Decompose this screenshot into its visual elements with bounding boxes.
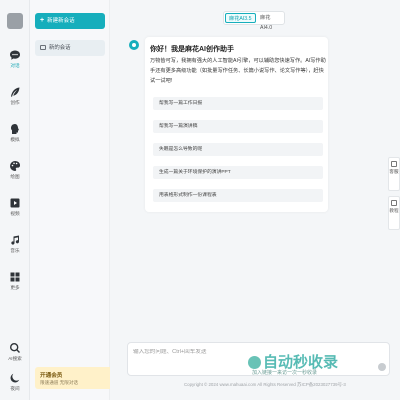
nav-item-ai-search[interactable]: AI搜索	[0, 340, 30, 370]
suggestion-item[interactable]: 失眠是怎么导致的呢	[153, 143, 323, 156]
chat-input-box: 自动秒收录 加入链接一来访一次一秒收录	[127, 342, 390, 376]
feather-icon	[11, 87, 20, 97]
greeting-body: 万物皆可写，我拥有强大的人工智能AI引擎，可以辅助您快速写作。AI写作助手还有更…	[150, 58, 326, 84]
chat-main: 麻花AI3.5 麻花AI4.0 你好！我是麻花AI创作助手 万物皆可写，我拥有强…	[110, 0, 400, 400]
nav-item-night-mode[interactable]: 夜间	[0, 370, 30, 400]
nav-item-music[interactable]: 音乐	[0, 232, 30, 262]
send-icon[interactable]	[378, 363, 386, 371]
footer-copyright: Copyright © 2024 www.mahuaai.com All Rig…	[184, 382, 346, 387]
nav-item-create[interactable]: 创作	[0, 84, 30, 114]
nav-item-more[interactable]: 更多	[0, 269, 30, 299]
suggestion-item[interactable]: 用表格形式制作一份课程表	[153, 189, 323, 202]
nav-item-simulate[interactable]: 模拟	[0, 121, 30, 151]
nav-label-draw: 绘图	[10, 174, 20, 179]
suggestion-item[interactable]: 生成一篇关于环境保护的演讲PPT	[153, 166, 323, 179]
nav-label-simulate: 模拟	[10, 137, 20, 142]
nav-item-video[interactable]: 视频	[0, 195, 30, 225]
nav-item-draw[interactable]: 绘图	[0, 158, 30, 188]
tab-model-4-0[interactable]: 麻花AI4.0	[257, 13, 284, 31]
video-icon	[10, 198, 20, 208]
plus-icon: +	[40, 17, 45, 24]
float-label-tutorial: 教程	[389, 208, 399, 213]
nav-label-video: 视频	[10, 211, 20, 216]
search-icon	[9, 342, 20, 353]
watermark-logo-icon	[248, 356, 261, 369]
app-logo[interactable]	[7, 13, 23, 29]
nav-label-music: 音乐	[10, 248, 20, 253]
conversation-panel: +新建新会话 新的会话 开通会员 限速通道 无限对话 V	[30, 0, 135, 400]
grid-icon	[10, 272, 20, 282]
suggestion-item[interactable]: 帮我写一篇演讲稿	[153, 120, 323, 133]
tab-model-3-5[interactable]: 麻花AI3.5	[225, 13, 256, 23]
new-chat-label: 新建新会话	[47, 18, 75, 24]
nav-label-create: 创作	[10, 100, 20, 105]
left-nav-rail: 对话 创作 模拟 绘图 视频 音乐 更多 AI搜索 夜间	[0, 0, 30, 400]
chat-icon	[10, 50, 20, 60]
customer-service-button[interactable]: 客服	[388, 157, 400, 191]
nav-label-more: 更多	[10, 285, 20, 290]
message-icon	[40, 45, 46, 50]
nav-label-night-mode: 夜间	[10, 386, 20, 391]
watermark-subtitle: 加入链接一来访一次一秒收录	[252, 370, 318, 376]
nav-item-chat[interactable]: 对话	[0, 47, 30, 77]
vip-title: 开通会员	[40, 373, 63, 379]
conversation-title: 新的会话	[49, 45, 71, 51]
greeting-title: 你好！我是麻花AI创作助手	[150, 46, 234, 53]
welcome-card: 你好！我是麻花AI创作助手 万物皆可写，我拥有强大的人工智能AI引擎，可以辅助您…	[145, 37, 328, 212]
model-switcher: 麻花AI3.5 麻花AI4.0	[223, 11, 285, 31]
conversation-item[interactable]: 新的会话	[35, 40, 105, 56]
bot-avatar	[129, 40, 139, 50]
moon-icon	[10, 373, 20, 383]
book-icon	[391, 200, 397, 206]
palette-icon	[10, 161, 21, 171]
music-icon	[11, 235, 19, 245]
nav-label-ai-search: AI搜索	[8, 356, 22, 361]
head-icon	[11, 124, 19, 134]
suggestion-item[interactable]: 帮我写一篇工作日报	[153, 97, 323, 110]
float-label-service: 客服	[389, 169, 399, 174]
nav-label-chat: 对话	[10, 63, 20, 68]
headset-icon	[391, 161, 397, 167]
vip-subtitle: 限速通道 无限对话	[40, 380, 79, 385]
tutorial-button[interactable]: 教程	[388, 196, 400, 230]
new-chat-button[interactable]: + 新建新会话	[35, 13, 105, 29]
